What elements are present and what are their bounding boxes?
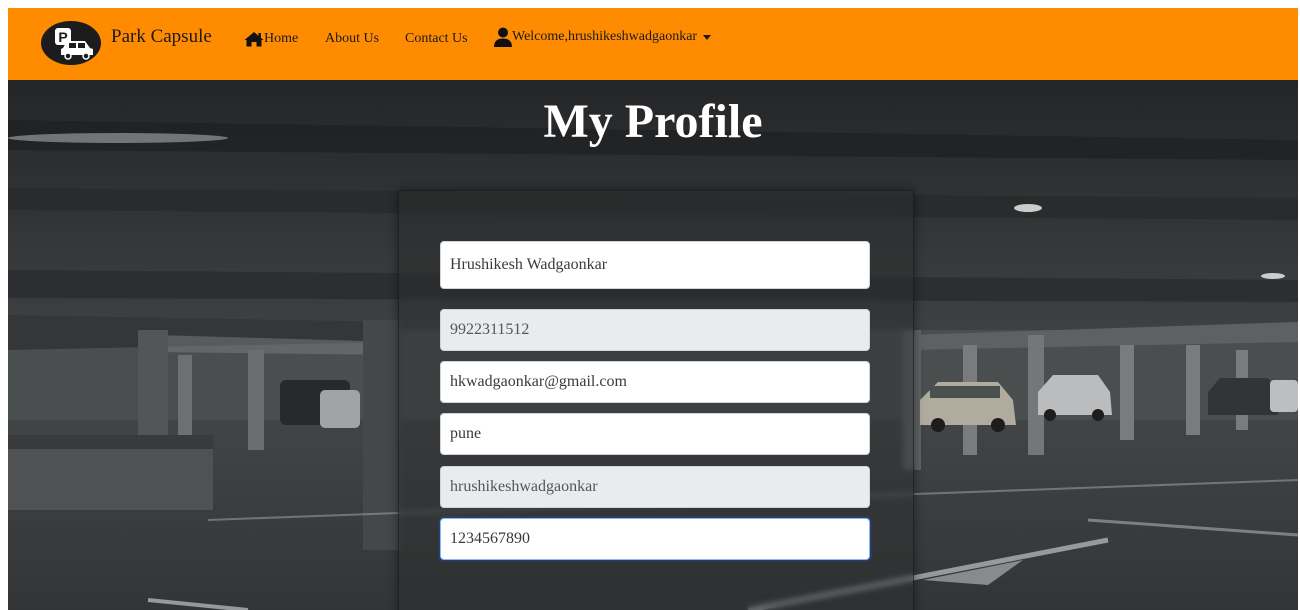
navbar: P Park Capsule Home About Us Contact Us bbox=[8, 8, 1298, 80]
full-name-field[interactable] bbox=[440, 241, 870, 289]
username-field[interactable] bbox=[440, 466, 870, 508]
user-icon bbox=[494, 27, 512, 47]
email-field[interactable] bbox=[440, 361, 870, 403]
nav-about-link[interactable]: About Us bbox=[325, 30, 379, 48]
parking-car-logo-icon[interactable]: P bbox=[41, 21, 101, 65]
chevron-down-icon bbox=[703, 35, 712, 40]
user-menu-label: Welcome,hrushikeshwadgaonkar bbox=[512, 29, 698, 44]
user-menu-dropdown[interactable]: Welcome,hrushikeshwadgaonkar bbox=[494, 27, 712, 47]
phone-field[interactable] bbox=[440, 309, 870, 351]
page-frame: P Park Capsule Home About Us Contact Us bbox=[8, 8, 1298, 610]
nav-home-link[interactable]: Home bbox=[244, 30, 298, 48]
home-icon bbox=[244, 31, 264, 47]
city-field[interactable] bbox=[440, 413, 870, 455]
nav-home-label: Home bbox=[264, 31, 299, 46]
page-title: My Profile bbox=[543, 95, 763, 148]
brand-name[interactable]: Park Capsule bbox=[111, 25, 212, 49]
nav-contact-link[interactable]: Contact Us bbox=[405, 30, 468, 48]
hero-section: My Profile bbox=[8, 80, 1298, 610]
password-field[interactable] bbox=[440, 518, 870, 560]
profile-card bbox=[398, 190, 914, 610]
